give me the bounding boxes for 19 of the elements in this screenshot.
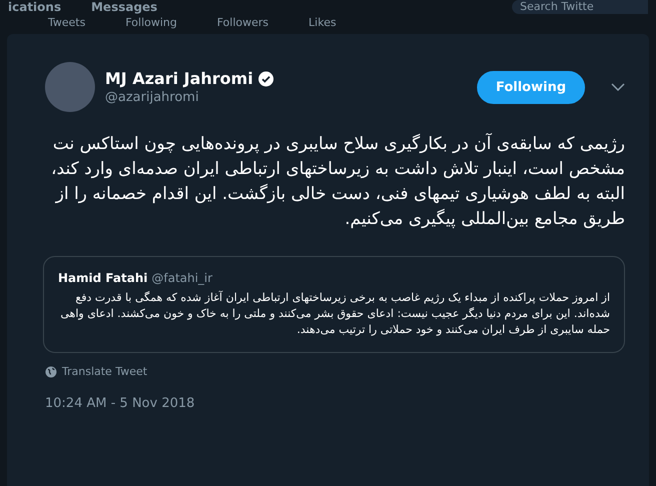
quoted-tweet[interactable] (43, 256, 625, 353)
nav-link[interactable]: ications (8, 0, 62, 14)
author-handle[interactable]: @azarijahromi (105, 90, 274, 105)
globe-icon (45, 366, 57, 378)
quoted-author-name: Hamid Fatahi (58, 271, 148, 285)
stat-label: Followers (217, 16, 269, 31)
stat-label: Likes (308, 16, 336, 31)
author-name[interactable]: MJ Azari Jahromi (105, 69, 254, 88)
chevron-down-icon[interactable] (611, 83, 625, 91)
tweet-text: رژیمی که سابقه‌ی آن در بکارگیری سلاح سایبری در پرونده‌هایی چون استاکس نت مشخص است، اینبار تلاش داشت به زیرساختهای ارتباطی ایران صدمه‌ای وارد کند، البته به لطف هوشیاری تیمهای فنی، دست خالی بازگشت. این اقدام خصمانه را از طریق مجامع بین‌المللی پیگیری می‌کنیم. (50, 132, 625, 231)
tweet-timestamp: 10:24 AM - 5 Nov 2018 (45, 396, 196, 411)
quoted-tweet-text: از امروز حملات پراکنده از مبداء یک رژیم غاصب به برخی زیرساختهای ارتباطی ایران آغاز شده که همگی با قدرت دفع شده‌اند. این برای مردم دنیا دیگر عجیب نیست: ادعای حقوق بشر می‌کنند و ملتی را به خاک و خون می‌کشند. ادعای واهی حمله سایبری از طرف ایران می‌کنند و خود حملاتی را ترتیب می‌دهند. (59, 290, 610, 338)
search-field[interactable]: Search Twitte (512, 0, 648, 14)
quoted-author-handle: @fatahi_ir (152, 271, 212, 285)
following-button[interactable]: Following (476, 70, 585, 104)
nav-link[interactable]: Messages (91, 0, 158, 14)
translate-link[interactable]: Translate Tweet (62, 365, 148, 378)
stat-label: Following (125, 16, 177, 31)
stat-label: Tweets (48, 16, 86, 31)
